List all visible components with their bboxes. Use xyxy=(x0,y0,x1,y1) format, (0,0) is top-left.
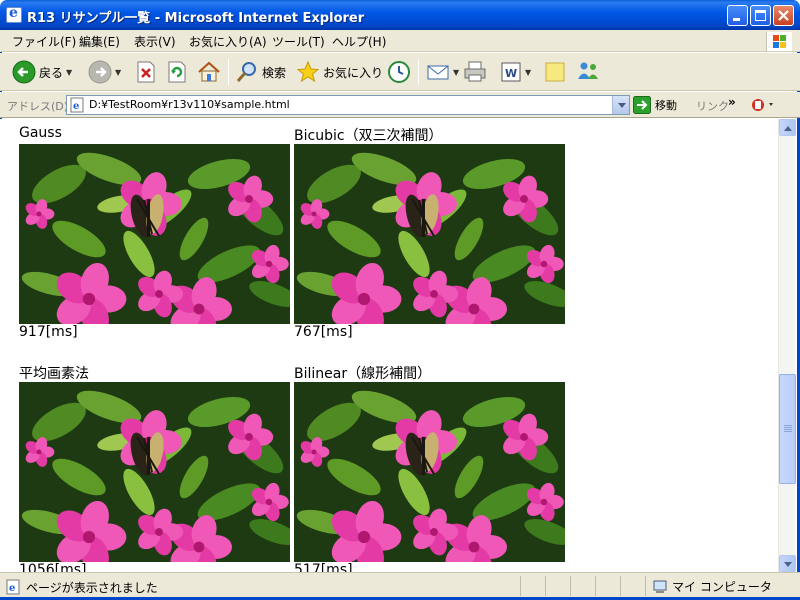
title-bar[interactable]: R13 リサンプル一覧 - Microsoft Internet Explore… xyxy=(0,0,800,30)
extension-icon[interactable] xyxy=(750,96,778,114)
menu-edit[interactable]: 編集(E) xyxy=(79,33,120,50)
home-icon xyxy=(198,61,220,82)
menu-file[interactable]: ファイル(F) xyxy=(12,33,76,50)
window-title: R13 リサンプル一覧 - Microsoft Internet Explore… xyxy=(27,11,365,26)
menu-tools[interactable]: ツール(T) xyxy=(272,33,325,50)
forward-arrow-icon xyxy=(88,60,112,84)
svg-text:e: e xyxy=(9,583,15,594)
search-button[interactable]: 検索 xyxy=(235,57,286,87)
status-text: ページが表示されました xyxy=(26,581,158,595)
stop-button[interactable] xyxy=(135,57,157,87)
back-dropdown-icon[interactable]: ▼ xyxy=(66,68,72,77)
search-icon xyxy=(236,62,256,82)
stop-icon xyxy=(137,61,155,83)
status-pane xyxy=(595,576,620,596)
print-button[interactable] xyxy=(462,57,488,87)
windows-logo-icon xyxy=(766,32,792,51)
menu-favorites[interactable]: お気に入り(A) xyxy=(189,33,267,50)
address-value: D:¥TestRoom¥r13v110¥sample.html xyxy=(89,98,290,111)
security-zone: マイ コンピュータ xyxy=(652,578,772,595)
discuss-button[interactable] xyxy=(544,57,566,87)
menu-bar: ファイル(F) 編集(E) 表示(V) お気に入り(A) ツール(T) ヘルプ(… xyxy=(0,30,800,52)
back-arrow-icon xyxy=(12,60,36,84)
minimize-button[interactable] xyxy=(727,5,748,26)
edit-dropdown-icon[interactable]: ▼ xyxy=(525,68,531,77)
standard-toolbar: 戻る ▼ ▼ 検索 お気に入り ▼ W ▼ xyxy=(0,53,800,91)
ie-app-icon[interactable] xyxy=(6,5,22,23)
refresh-button[interactable] xyxy=(166,57,188,87)
status-bar: e ページが表示されました マイ コンピュータ xyxy=(0,572,800,600)
vertical-scrollbar[interactable] xyxy=(778,119,796,572)
sample-image xyxy=(19,382,290,562)
home-button[interactable] xyxy=(197,57,221,87)
history-button[interactable] xyxy=(386,57,412,87)
mail-dropdown-icon[interactable]: ▼ xyxy=(453,68,459,77)
address-label: アドレス(D) xyxy=(7,100,69,113)
toolbar-separator xyxy=(228,59,229,85)
mail-icon xyxy=(427,65,449,80)
sample-image xyxy=(294,382,565,562)
image-caption: Gauss xyxy=(19,125,62,141)
go-button[interactable]: 移動 xyxy=(633,96,677,114)
status-pane xyxy=(620,576,645,596)
address-input[interactable]: e D:¥TestRoom¥r13v110¥sample.html xyxy=(66,95,630,115)
svg-text:W: W xyxy=(505,67,517,80)
image-caption: Bilinear（線形補間） xyxy=(294,366,432,382)
page-content: Gauss Bicubic（双三次補間） 917[ms] 767[ms] 平均画… xyxy=(0,119,778,572)
image-caption: 平均画素法 xyxy=(19,366,89,382)
image-caption: Bicubic（双三次補間） xyxy=(294,128,443,144)
links-label[interactable]: リンク xyxy=(696,98,729,114)
address-dropdown-button[interactable] xyxy=(612,96,629,114)
page-done-icon: e xyxy=(6,579,20,595)
scroll-down-button[interactable] xyxy=(779,555,796,572)
address-bar: アドレス(D) e D:¥TestRoom¥r13v110¥sample.htm… xyxy=(0,92,800,118)
scroll-thumb[interactable] xyxy=(779,374,796,484)
edit-word-button[interactable]: W ▼ xyxy=(500,57,531,87)
my-computer-icon xyxy=(653,580,667,593)
page-icon: e xyxy=(70,97,84,113)
refresh-icon xyxy=(168,61,186,83)
history-icon xyxy=(388,61,410,83)
favorites-star-icon xyxy=(296,60,320,83)
status-pane xyxy=(520,576,545,596)
status-pane xyxy=(545,576,570,596)
processing-time: 767[ms] xyxy=(294,324,353,340)
sample-image xyxy=(294,144,565,324)
maximize-button[interactable] xyxy=(750,5,771,26)
messenger-icon xyxy=(578,62,598,79)
chevron-more-icon[interactable]: » xyxy=(728,95,736,109)
status-pane xyxy=(570,576,595,596)
go-arrow-icon xyxy=(633,96,651,114)
processing-time: 1056[ms] xyxy=(19,562,87,572)
svg-text:e: e xyxy=(73,101,79,112)
back-button[interactable]: 戻る ▼ xyxy=(12,57,72,87)
word-document-icon: W xyxy=(501,62,521,82)
messenger-button[interactable] xyxy=(575,57,601,87)
processing-time: 917[ms] xyxy=(19,324,78,340)
sample-image xyxy=(19,144,290,324)
menu-help[interactable]: ヘルプ(H) xyxy=(332,33,386,50)
scroll-up-button[interactable] xyxy=(779,119,796,136)
forward-dropdown-icon[interactable]: ▼ xyxy=(115,68,121,77)
printer-icon xyxy=(464,61,486,82)
toolbar-separator xyxy=(418,59,419,85)
favorites-button[interactable]: お気に入り xyxy=(296,57,383,87)
close-button[interactable] xyxy=(773,5,794,26)
note-icon xyxy=(545,62,565,82)
menu-view[interactable]: 表示(V) xyxy=(134,33,176,50)
forward-button[interactable]: ▼ xyxy=(88,57,121,87)
mail-button[interactable]: ▼ xyxy=(426,57,459,87)
processing-time: 517[ms] xyxy=(294,562,353,572)
